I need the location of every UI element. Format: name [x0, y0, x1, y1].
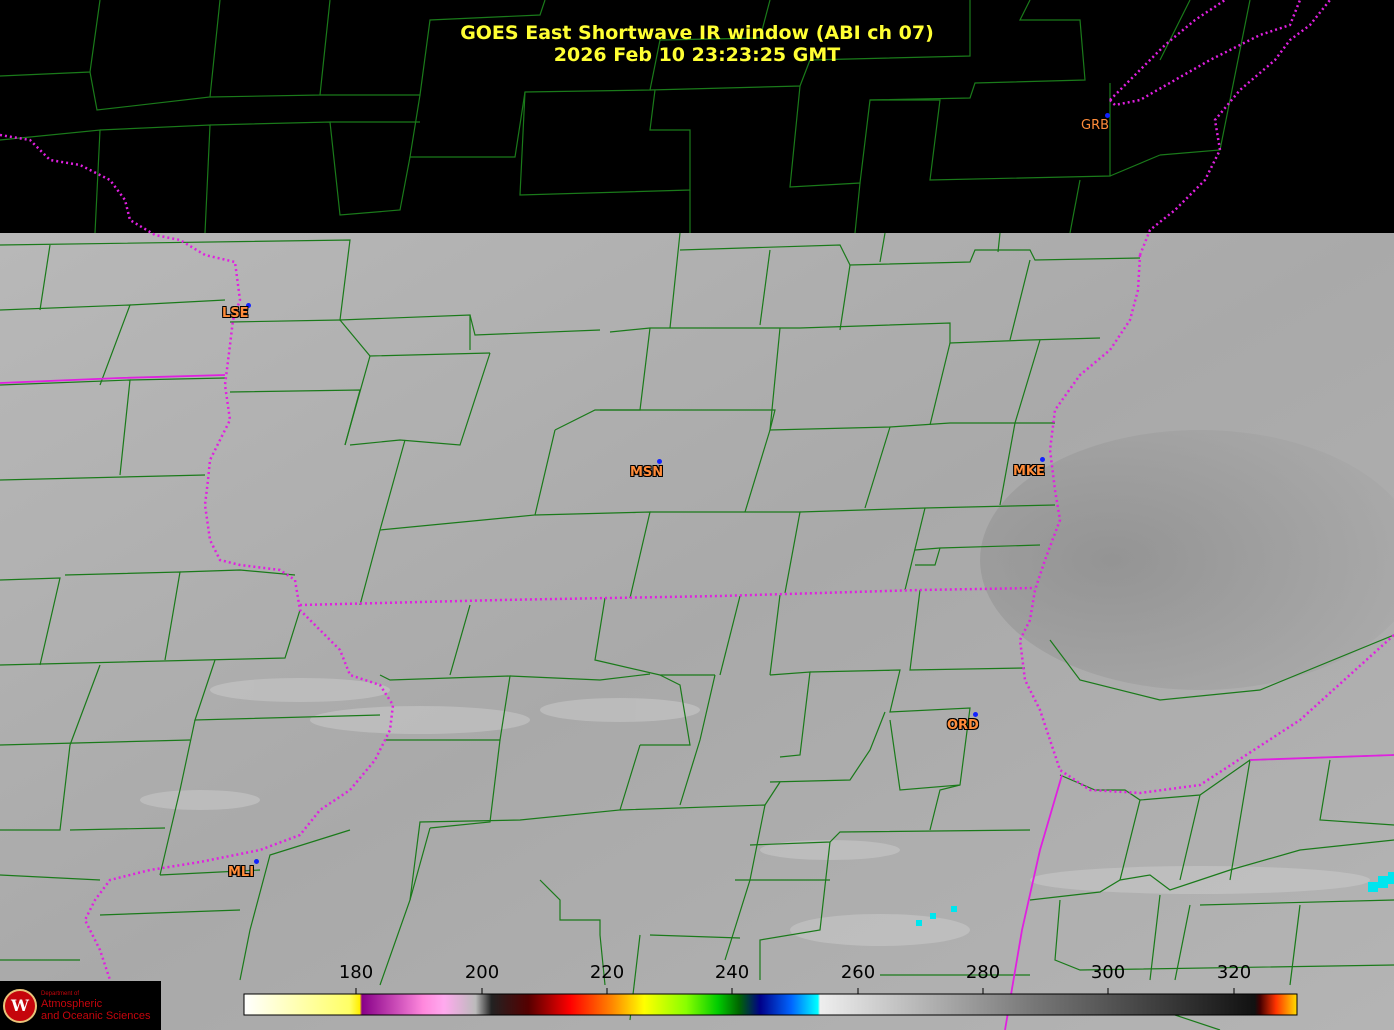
- logo-line2: and Oceanic Sciences: [41, 1009, 151, 1022]
- colorbar-tick-label: 280: [965, 962, 1001, 983]
- colorbar-tick-label: 200: [464, 962, 500, 983]
- station-label-grb: GRB: [1081, 118, 1110, 133]
- colorbar-tick-label: 320: [1216, 962, 1252, 983]
- station-dot-msn: [657, 459, 662, 464]
- colorbar-tick-label: 240: [714, 962, 750, 983]
- map-timestamp: 2026 Feb 10 23:23:25 GMT: [553, 44, 841, 66]
- station-dot-ord: [973, 712, 978, 717]
- logo-text: Department of Atmospheric and Oceanic Sc…: [41, 990, 150, 1022]
- colorbar-tick-label: 300: [1090, 962, 1126, 983]
- map-title: GOES East Shortwave IR window (ABI ch 07…: [460, 22, 934, 44]
- colorbar-tick-label: 220: [589, 962, 625, 983]
- logo-line1: Atmospheric: [41, 997, 103, 1010]
- station-label-ord: ORD: [947, 718, 979, 733]
- station-label-mli: MLI: [228, 865, 255, 880]
- station-label-msn: MSN: [630, 465, 664, 480]
- uw-seal-icon: W: [3, 988, 37, 1023]
- station-dot-mke: [1040, 457, 1045, 462]
- aos-logo: W Department of Atmospheric and Oceanic …: [0, 981, 161, 1030]
- colorbar-tick-label: 260: [840, 962, 876, 983]
- station-dot-mli: [254, 859, 259, 864]
- logo-small-text: Department of: [41, 990, 80, 997]
- satellite-map: [0, 0, 1394, 1030]
- colorbar-tick-label: 180: [338, 962, 374, 983]
- colorbar: [243, 993, 1298, 1016]
- station-label-mke: MKE: [1013, 464, 1045, 479]
- station-label-lse: LSE: [222, 306, 249, 321]
